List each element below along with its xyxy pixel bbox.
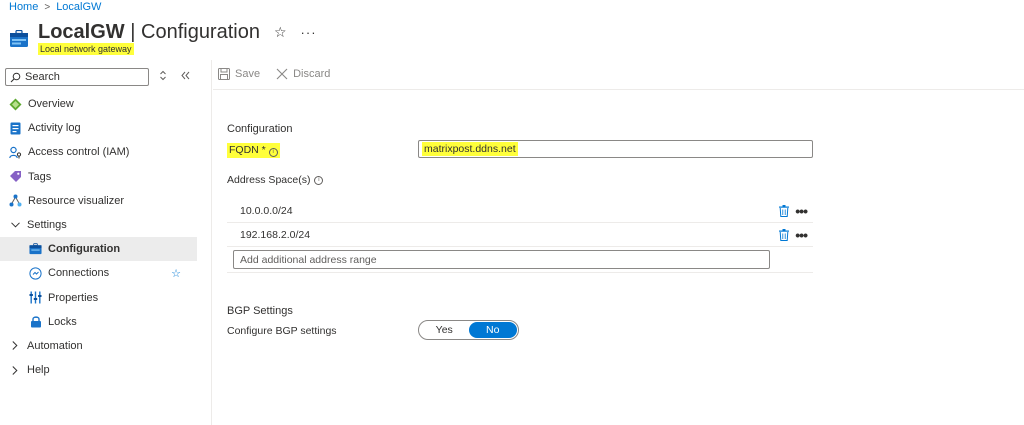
sidebar-item-configuration[interactable]: Configuration bbox=[0, 237, 197, 262]
chevron-right-icon bbox=[9, 365, 21, 375]
sidebar-item-label: Properties bbox=[48, 291, 99, 304]
sidebar-item-label: Locks bbox=[48, 315, 77, 328]
sidebar-item-label: Automation bbox=[27, 339, 83, 352]
favorite-star-icon[interactable]: ☆ bbox=[274, 24, 287, 41]
resource-visualizer-icon bbox=[9, 194, 22, 207]
favorite-star-icon[interactable]: ☆ bbox=[171, 267, 181, 280]
sidebar-item-label: Access control (IAM) bbox=[28, 146, 130, 159]
resource-type-subtitle: Local network gateway bbox=[38, 43, 134, 55]
configuration-section-title: Configuration bbox=[227, 123, 293, 135]
discard-button[interactable]: Discard bbox=[276, 68, 330, 80]
toolbar-divider bbox=[213, 89, 1024, 90]
sidebar-item-label: Resource visualizer bbox=[28, 194, 124, 207]
delete-icon[interactable] bbox=[779, 228, 790, 241]
sidebar-item-locks[interactable]: Locks bbox=[0, 310, 197, 334]
fqdn-input[interactable]: matrixpost.ddns.net bbox=[418, 140, 813, 158]
sidebar-group-automation[interactable]: Automation bbox=[0, 334, 197, 358]
address-range-row: 10.0.0.0/24 ••• bbox=[227, 199, 813, 223]
sidebar-search-input[interactable] bbox=[25, 71, 135, 83]
sidebar-item-access-control[interactable]: Access control (IAM) bbox=[0, 140, 197, 164]
tag-icon bbox=[9, 170, 22, 183]
sidebar-divider bbox=[211, 60, 212, 425]
info-icon[interactable]: i bbox=[314, 175, 324, 185]
save-button[interactable]: Save bbox=[218, 68, 260, 80]
breadcrumb-home[interactable]: Home bbox=[9, 1, 38, 13]
access-control-icon bbox=[9, 146, 22, 159]
address-range-value: 192.168.2.0/24 bbox=[240, 228, 311, 241]
sidebar-nav: Overview Activity log Access control (IA… bbox=[0, 92, 197, 382]
address-range-row: 192.168.2.0/24 ••• bbox=[227, 223, 813, 247]
breadcrumb-chevron-icon: > bbox=[44, 1, 51, 13]
sidebar-item-label: Connections bbox=[48, 267, 110, 280]
expand-collapse-icon[interactable] bbox=[159, 70, 167, 84]
sidebar-search[interactable] bbox=[5, 68, 149, 86]
search-icon bbox=[10, 72, 21, 82]
save-label: Save bbox=[235, 68, 261, 80]
delete-icon[interactable] bbox=[779, 204, 790, 217]
fqdn-value: matrixpost.ddns.net bbox=[422, 142, 518, 156]
sidebar-item-connections[interactable]: Connections ☆ bbox=[0, 261, 197, 285]
sidebar-item-label: Settings bbox=[27, 219, 67, 232]
address-space-label: Address Space(s) bbox=[227, 174, 311, 186]
discard-label: Discard bbox=[293, 68, 331, 80]
resource-name: LocalGW bbox=[38, 21, 125, 43]
sidebar-group-settings[interactable]: Settings bbox=[0, 213, 197, 237]
info-icon[interactable]: i bbox=[268, 148, 278, 157]
local-network-gateway-icon bbox=[9, 29, 29, 48]
overview-icon bbox=[9, 98, 22, 111]
collapse-sidebar-icon[interactable] bbox=[180, 70, 190, 84]
lock-icon bbox=[29, 315, 42, 328]
chevron-right-icon bbox=[9, 341, 21, 351]
page-header: LocalGW | Configuration ☆ ··· Local netw… bbox=[9, 20, 317, 60]
address-list-divider bbox=[227, 272, 813, 273]
connections-icon bbox=[29, 267, 42, 280]
activity-log-icon bbox=[9, 122, 22, 135]
breadcrumb: Home > LocalGW bbox=[9, 0, 101, 14]
sidebar-item-properties[interactable]: Properties bbox=[0, 286, 197, 310]
address-range-value: 10.0.0.0/24 bbox=[240, 204, 293, 217]
command-bar: Save Discard bbox=[218, 68, 330, 80]
bgp-section-title: BGP Settings bbox=[227, 305, 293, 317]
save-icon bbox=[218, 68, 230, 80]
page-title: LocalGW | Configuration bbox=[38, 20, 260, 44]
bgp-no-option[interactable]: No bbox=[468, 322, 517, 338]
bgp-toggle[interactable]: Yes No bbox=[418, 320, 519, 340]
chevron-down-icon bbox=[9, 222, 21, 228]
breadcrumb-current[interactable]: LocalGW bbox=[56, 1, 101, 13]
sidebar-item-label: Overview bbox=[28, 98, 74, 111]
sidebar-group-help[interactable]: Help bbox=[0, 358, 197, 382]
title-separator: | bbox=[130, 21, 136, 43]
close-icon bbox=[276, 68, 288, 80]
sidebar-item-label: Help bbox=[27, 364, 50, 377]
address-space-label-row: Address Space(s) i bbox=[227, 174, 324, 186]
page-name: Configuration bbox=[141, 21, 260, 43]
sidebar-item-resource-visualizer[interactable]: Resource visualizer bbox=[0, 189, 197, 213]
sidebar-item-overview[interactable]: Overview bbox=[0, 92, 197, 116]
configure-bgp-label: Configure BGP settings bbox=[227, 325, 337, 337]
more-actions-icon[interactable]: ••• bbox=[795, 204, 808, 218]
bgp-yes-option[interactable]: Yes bbox=[420, 322, 469, 338]
sidebar-item-activity-log[interactable]: Activity log bbox=[0, 116, 197, 140]
add-address-range-input[interactable] bbox=[233, 250, 770, 269]
more-actions-icon[interactable]: ••• bbox=[795, 228, 808, 242]
fqdn-label: FQDN * bbox=[229, 144, 266, 156]
properties-icon bbox=[29, 291, 42, 304]
configuration-icon bbox=[29, 243, 42, 256]
sidebar-item-label: Activity log bbox=[28, 122, 81, 135]
more-options-icon[interactable]: ··· bbox=[301, 25, 317, 40]
sidebar-item-tags[interactable]: Tags bbox=[0, 165, 197, 189]
fqdn-label-row: FQDN * i bbox=[227, 143, 280, 158]
sidebar-item-label: Configuration bbox=[48, 243, 121, 256]
sidebar-item-label: Tags bbox=[28, 170, 52, 183]
